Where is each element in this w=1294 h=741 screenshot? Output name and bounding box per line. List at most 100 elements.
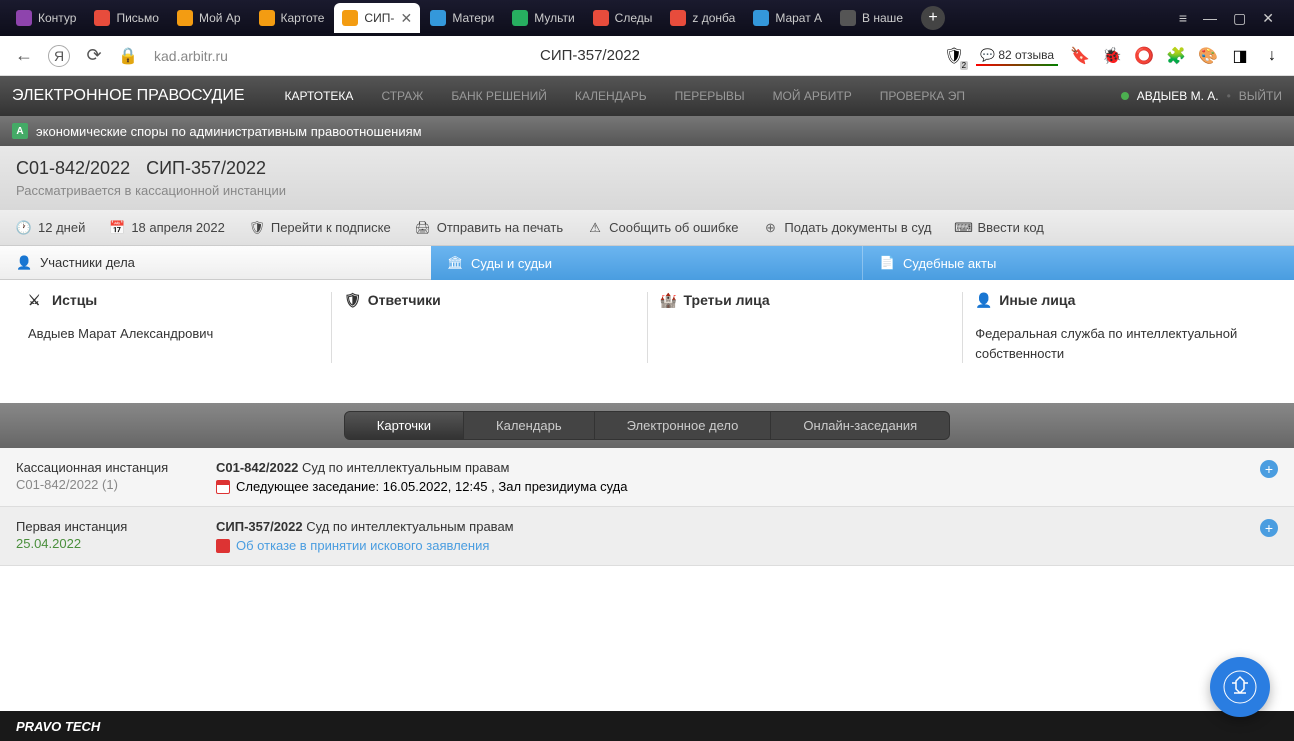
- browser-tab[interactable]: z донба: [662, 3, 743, 33]
- report-link[interactable]: ⚠ Сообщить об ошибке: [587, 220, 738, 236]
- submit-docs-link[interactable]: ⊕ Подать документы в суд: [762, 220, 931, 236]
- plus-circle-icon: ⊕: [762, 220, 778, 236]
- browser-tab[interactable]: Контур: [8, 3, 84, 33]
- minimize-icon[interactable]: —: [1203, 10, 1217, 27]
- pdf-icon: [216, 539, 230, 553]
- browser-tab[interactable]: СИП- ✕: [334, 3, 420, 33]
- plaintiffs-title: Истцы: [52, 292, 97, 308]
- defendants-title: Ответчики: [368, 292, 441, 308]
- top-nav-item[interactable]: КАРТОТЕКА: [285, 89, 354, 103]
- tab-favicon-icon: [430, 10, 446, 26]
- close-window-icon[interactable]: ✕: [1262, 10, 1274, 27]
- browser-tab[interactable]: Мой Ар: [169, 3, 249, 33]
- ext1-icon[interactable]: 🐞: [1102, 46, 1122, 66]
- shield-icon: 🛡: [344, 292, 360, 308]
- print-link[interactable]: 🖨 Отправить на печать: [415, 220, 563, 236]
- tab-courts[interactable]: 🏛 Суды и судьи: [431, 246, 862, 280]
- case-toolbar: 🕐 12 дней 📅 18 апреля 2022 🛡 Перейти к п…: [0, 210, 1294, 246]
- back-button[interactable]: ←: [12, 44, 36, 68]
- browser-tab[interactable]: Письмо: [86, 3, 167, 33]
- menu-icon[interactable]: ≡: [1179, 10, 1187, 27]
- view-tab[interactable]: Электронное дело: [595, 412, 772, 439]
- browser-tab[interactable]: Мульти: [504, 3, 582, 33]
- tab-favicon-icon: [512, 10, 528, 26]
- user-icon: 👤: [975, 292, 991, 308]
- tab-favicon-icon: [259, 10, 275, 26]
- case-row-right: СИП-357/2022 Суд по интеллектуальным пра…: [216, 519, 1260, 553]
- keyboard-icon: ⌨: [956, 220, 972, 236]
- tab-acts[interactable]: 📄 Судебные акты: [862, 246, 1294, 280]
- shield-icon[interactable]: 🛡2: [944, 46, 964, 66]
- tab-label: СИП-: [364, 11, 394, 25]
- case-detail-line: Следующее заседание: 16.05.2022, 12:45 ,…: [216, 479, 1260, 494]
- floating-action-button[interactable]: [1210, 657, 1270, 717]
- category-text: экономические споры по административным …: [36, 124, 422, 139]
- instance-title: Кассационная инстанция: [16, 460, 216, 475]
- tab-favicon-icon: [670, 10, 686, 26]
- new-tab-button[interactable]: +: [921, 6, 945, 30]
- tab-label: Марат А: [775, 11, 822, 25]
- expand-row-button[interactable]: +: [1260, 519, 1278, 537]
- third-parties-title: Третьи лица: [684, 292, 770, 308]
- user-name[interactable]: АВДЫЕВ М. А.: [1137, 89, 1219, 103]
- tab-label: Следы: [615, 11, 653, 25]
- expand-row-button[interactable]: +: [1260, 460, 1278, 478]
- case-status: Рассматривается в кассационной инстанции: [16, 183, 1278, 198]
- tab-label: Матери: [452, 11, 494, 25]
- case-court-line: С01-842/2022 Суд по интеллектуальным пра…: [216, 460, 1260, 475]
- url-text[interactable]: kad.arbitr.ru: [146, 44, 236, 68]
- case-court-line: СИП-357/2022 Суд по интеллектуальным пра…: [216, 519, 1260, 534]
- case-row-right: С01-842/2022 Суд по интеллектуальным пра…: [216, 460, 1260, 494]
- view-tabs-bar: КарточкиКалендарьЭлектронное делоОнлайн-…: [0, 403, 1294, 448]
- view-tab[interactable]: Карточки: [345, 412, 464, 439]
- case-number-2: СИП-357/2022: [146, 158, 266, 179]
- tab-label: Мульти: [534, 11, 574, 25]
- site-top-nav: ЭЛЕКТРОННОЕ ПРАВОСУДИЕ КАРТОТЕКАСТРАЖБАН…: [0, 76, 1294, 116]
- browser-tab[interactable]: Марат А: [745, 3, 830, 33]
- browser-tab[interactable]: Следы: [585, 3, 661, 33]
- tab-participants[interactable]: 👤 Участники дела: [0, 246, 431, 280]
- top-nav-item[interactable]: СТРАЖ: [381, 89, 423, 103]
- browser-tab[interactable]: Картоте: [251, 3, 333, 33]
- sidebar-icon[interactable]: ◨: [1230, 46, 1250, 66]
- warning-icon: ⚠: [587, 220, 603, 236]
- tab-label: Картоте: [281, 11, 325, 25]
- logout-link[interactable]: ВЫЙТИ: [1239, 89, 1282, 103]
- maximize-icon[interactable]: ▢: [1233, 10, 1246, 27]
- top-nav-item[interactable]: ПЕРЕРЫВЫ: [675, 89, 745, 103]
- case-header: С01-842/2022 СИП-357/2022 Рассматриваетс…: [0, 146, 1294, 210]
- enter-code-link[interactable]: ⌨ Ввести код: [956, 220, 1044, 236]
- date-indicator: 📅 18 апреля 2022: [109, 220, 225, 236]
- plaintiffs-content: Авдыев Марат Александрович: [28, 324, 319, 344]
- ext3-icon[interactable]: 🧩: [1166, 46, 1186, 66]
- yandex-icon[interactable]: Я: [48, 45, 70, 67]
- instance-sub: С01-842/2022 (1): [16, 477, 216, 492]
- tab-close-icon[interactable]: ✕: [400, 12, 412, 24]
- user-area: АВДЫЕВ М. А. • ВЫЙТИ: [1121, 89, 1282, 103]
- ext2-icon[interactable]: ⭕: [1134, 46, 1154, 66]
- ext4-icon[interactable]: 🎨: [1198, 46, 1218, 66]
- reload-button[interactable]: ⟳: [82, 44, 106, 68]
- case-row: Кассационная инстанция С01-842/2022 (1)С0…: [0, 448, 1294, 507]
- document-link[interactable]: Об отказе в принятии искового заявления: [236, 538, 489, 553]
- castle-icon: 🏰: [660, 292, 676, 308]
- tab-favicon-icon: [753, 10, 769, 26]
- top-nav-item[interactable]: КАЛЕНДАРЬ: [575, 89, 647, 103]
- tab-label: В наше: [862, 11, 903, 25]
- bookmark-icon[interactable]: 🔖: [1070, 46, 1090, 66]
- browser-tab[interactable]: Матери: [422, 3, 502, 33]
- online-dot-icon: [1121, 92, 1129, 100]
- subscribe-link[interactable]: 🛡 Перейти к подписке: [249, 220, 391, 236]
- browser-tab[interactable]: В наше: [832, 3, 911, 33]
- calendar-icon: 📅: [109, 220, 125, 236]
- reviews-link[interactable]: 💬 82 отзыва: [976, 46, 1058, 66]
- view-tab[interactable]: Календарь: [464, 412, 595, 439]
- view-tab[interactable]: Онлайн-заседания: [771, 412, 949, 439]
- person-icon: 👤: [16, 255, 32, 271]
- download-icon[interactable]: ↓: [1262, 46, 1282, 66]
- top-nav-item[interactable]: БАНК РЕШЕНИЙ: [451, 89, 547, 103]
- case-number-1: С01-842/2022: [16, 158, 130, 179]
- top-nav-item[interactable]: ПРОВЕРКА ЭП: [880, 89, 965, 103]
- tab-label: Контур: [38, 11, 76, 25]
- top-nav-item[interactable]: МОЙ АРБИТР: [773, 89, 852, 103]
